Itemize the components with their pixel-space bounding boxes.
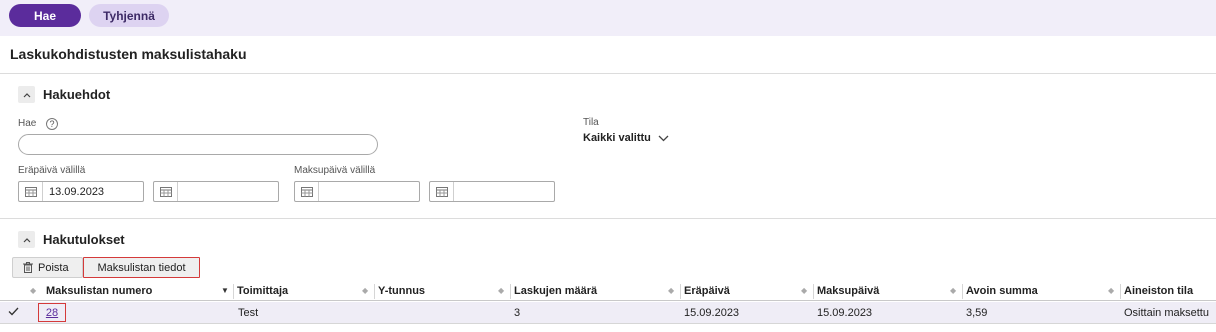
sort-icon[interactable]: ◆ bbox=[668, 286, 674, 295]
collapse-criteria-button[interactable] bbox=[18, 86, 35, 103]
cell-status: Osittain maksettu bbox=[1124, 307, 1209, 319]
due-date-from-field[interactable]: 13.09.2023 bbox=[18, 181, 144, 202]
chevron-up-icon bbox=[23, 237, 30, 242]
cell-due-date: 15.09.2023 bbox=[684, 307, 740, 319]
sort-icon[interactable]: ◆ bbox=[1108, 286, 1114, 295]
column-header-due-date[interactable]: Eräpäivä bbox=[684, 285, 730, 297]
column-header-number[interactable]: Maksulistan numero bbox=[46, 285, 152, 297]
status-label: Tila bbox=[583, 117, 599, 128]
due-date-label: Eräpäivä välillä bbox=[18, 165, 86, 176]
help-icon[interactable]: ? bbox=[46, 118, 58, 130]
clear-button[interactable]: Tyhjennä bbox=[89, 4, 169, 27]
column-separator[interactable] bbox=[962, 284, 963, 299]
results-title: Hakutulokset bbox=[43, 232, 125, 247]
column-header-open-amount[interactable]: Avoin summa bbox=[966, 285, 1038, 297]
status-select[interactable]: Kaikki valittu bbox=[583, 132, 669, 144]
column-separator[interactable] bbox=[233, 284, 234, 299]
sort-icon[interactable]: ◆ bbox=[950, 286, 956, 295]
page-title: Laskukohdistusten maksulistahaku bbox=[10, 46, 247, 62]
column-header-status[interactable]: Aineiston tila bbox=[1124, 285, 1193, 297]
search-input[interactable] bbox=[18, 134, 378, 155]
column-header-supplier[interactable]: Toimittaja bbox=[237, 285, 288, 297]
table-row[interactable]: 28 Test 3 15.09.2023 15.09.2023 3,59 Osi… bbox=[0, 302, 1216, 324]
sort-desc-icon[interactable]: ▼ bbox=[221, 286, 229, 295]
payment-list-number-link[interactable]: 28 bbox=[38, 303, 66, 322]
search-button[interactable]: Hae bbox=[9, 4, 81, 27]
chevron-up-icon bbox=[23, 92, 30, 97]
cell-supplier: Test bbox=[238, 307, 259, 319]
column-separator[interactable] bbox=[374, 284, 375, 299]
sort-icon[interactable]: ◆ bbox=[362, 286, 368, 295]
cell-invoice-count: 3 bbox=[514, 307, 521, 319]
delete-button[interactable]: Poista bbox=[12, 257, 83, 278]
delete-button-label: Poista bbox=[38, 261, 69, 274]
trash-icon bbox=[23, 262, 33, 273]
calendar-icon[interactable] bbox=[295, 182, 319, 201]
payment-date-to-field[interactable] bbox=[429, 181, 555, 202]
status-select-value: Kaikki valittu bbox=[583, 132, 651, 144]
collapse-results-button[interactable] bbox=[18, 231, 35, 248]
column-header-payment-date[interactable]: Maksupäivä bbox=[817, 285, 879, 297]
column-separator[interactable] bbox=[510, 284, 511, 299]
column-separator[interactable] bbox=[1120, 284, 1121, 299]
cell-open-amount: 3,59 bbox=[966, 307, 988, 319]
search-label: Hae bbox=[18, 118, 37, 129]
payment-list-details-button[interactable]: Maksulistan tiedot bbox=[83, 257, 200, 278]
calendar-icon[interactable] bbox=[430, 182, 454, 201]
column-separator[interactable] bbox=[680, 284, 681, 299]
column-separator[interactable] bbox=[813, 284, 814, 299]
chevron-down-icon bbox=[658, 135, 669, 141]
results-section-header: Hakutulokset bbox=[18, 231, 125, 248]
payment-date-label: Maksupäivä välillä bbox=[294, 165, 376, 176]
calendar-icon[interactable] bbox=[19, 182, 43, 201]
sort-icon[interactable]: ◆ bbox=[801, 286, 807, 295]
criteria-section-header: Hakuehdot bbox=[18, 86, 110, 103]
column-header-business-id[interactable]: Y-tunnus bbox=[378, 285, 425, 297]
due-date-from-value: 13.09.2023 bbox=[49, 185, 105, 198]
table-header: ◆ Maksulistan numero ▼ Toimittaja ◆ Y-tu… bbox=[0, 282, 1216, 301]
checkmark-icon[interactable] bbox=[8, 307, 19, 316]
sort-icon[interactable]: ◆ bbox=[30, 286, 36, 295]
calendar-icon[interactable] bbox=[154, 182, 178, 201]
column-header-invoice-count[interactable]: Laskujen määrä bbox=[514, 285, 597, 297]
criteria-title: Hakuehdot bbox=[43, 87, 111, 102]
sort-icon[interactable]: ◆ bbox=[498, 286, 504, 295]
help-glyph: ? bbox=[49, 119, 55, 129]
cell-payment-date: 15.09.2023 bbox=[817, 307, 873, 319]
payment-date-from-field[interactable] bbox=[294, 181, 420, 202]
divider bbox=[0, 73, 1216, 74]
divider bbox=[0, 218, 1216, 219]
due-date-to-field[interactable] bbox=[153, 181, 279, 202]
top-action-bar: Hae Tyhjennä bbox=[0, 0, 1216, 36]
